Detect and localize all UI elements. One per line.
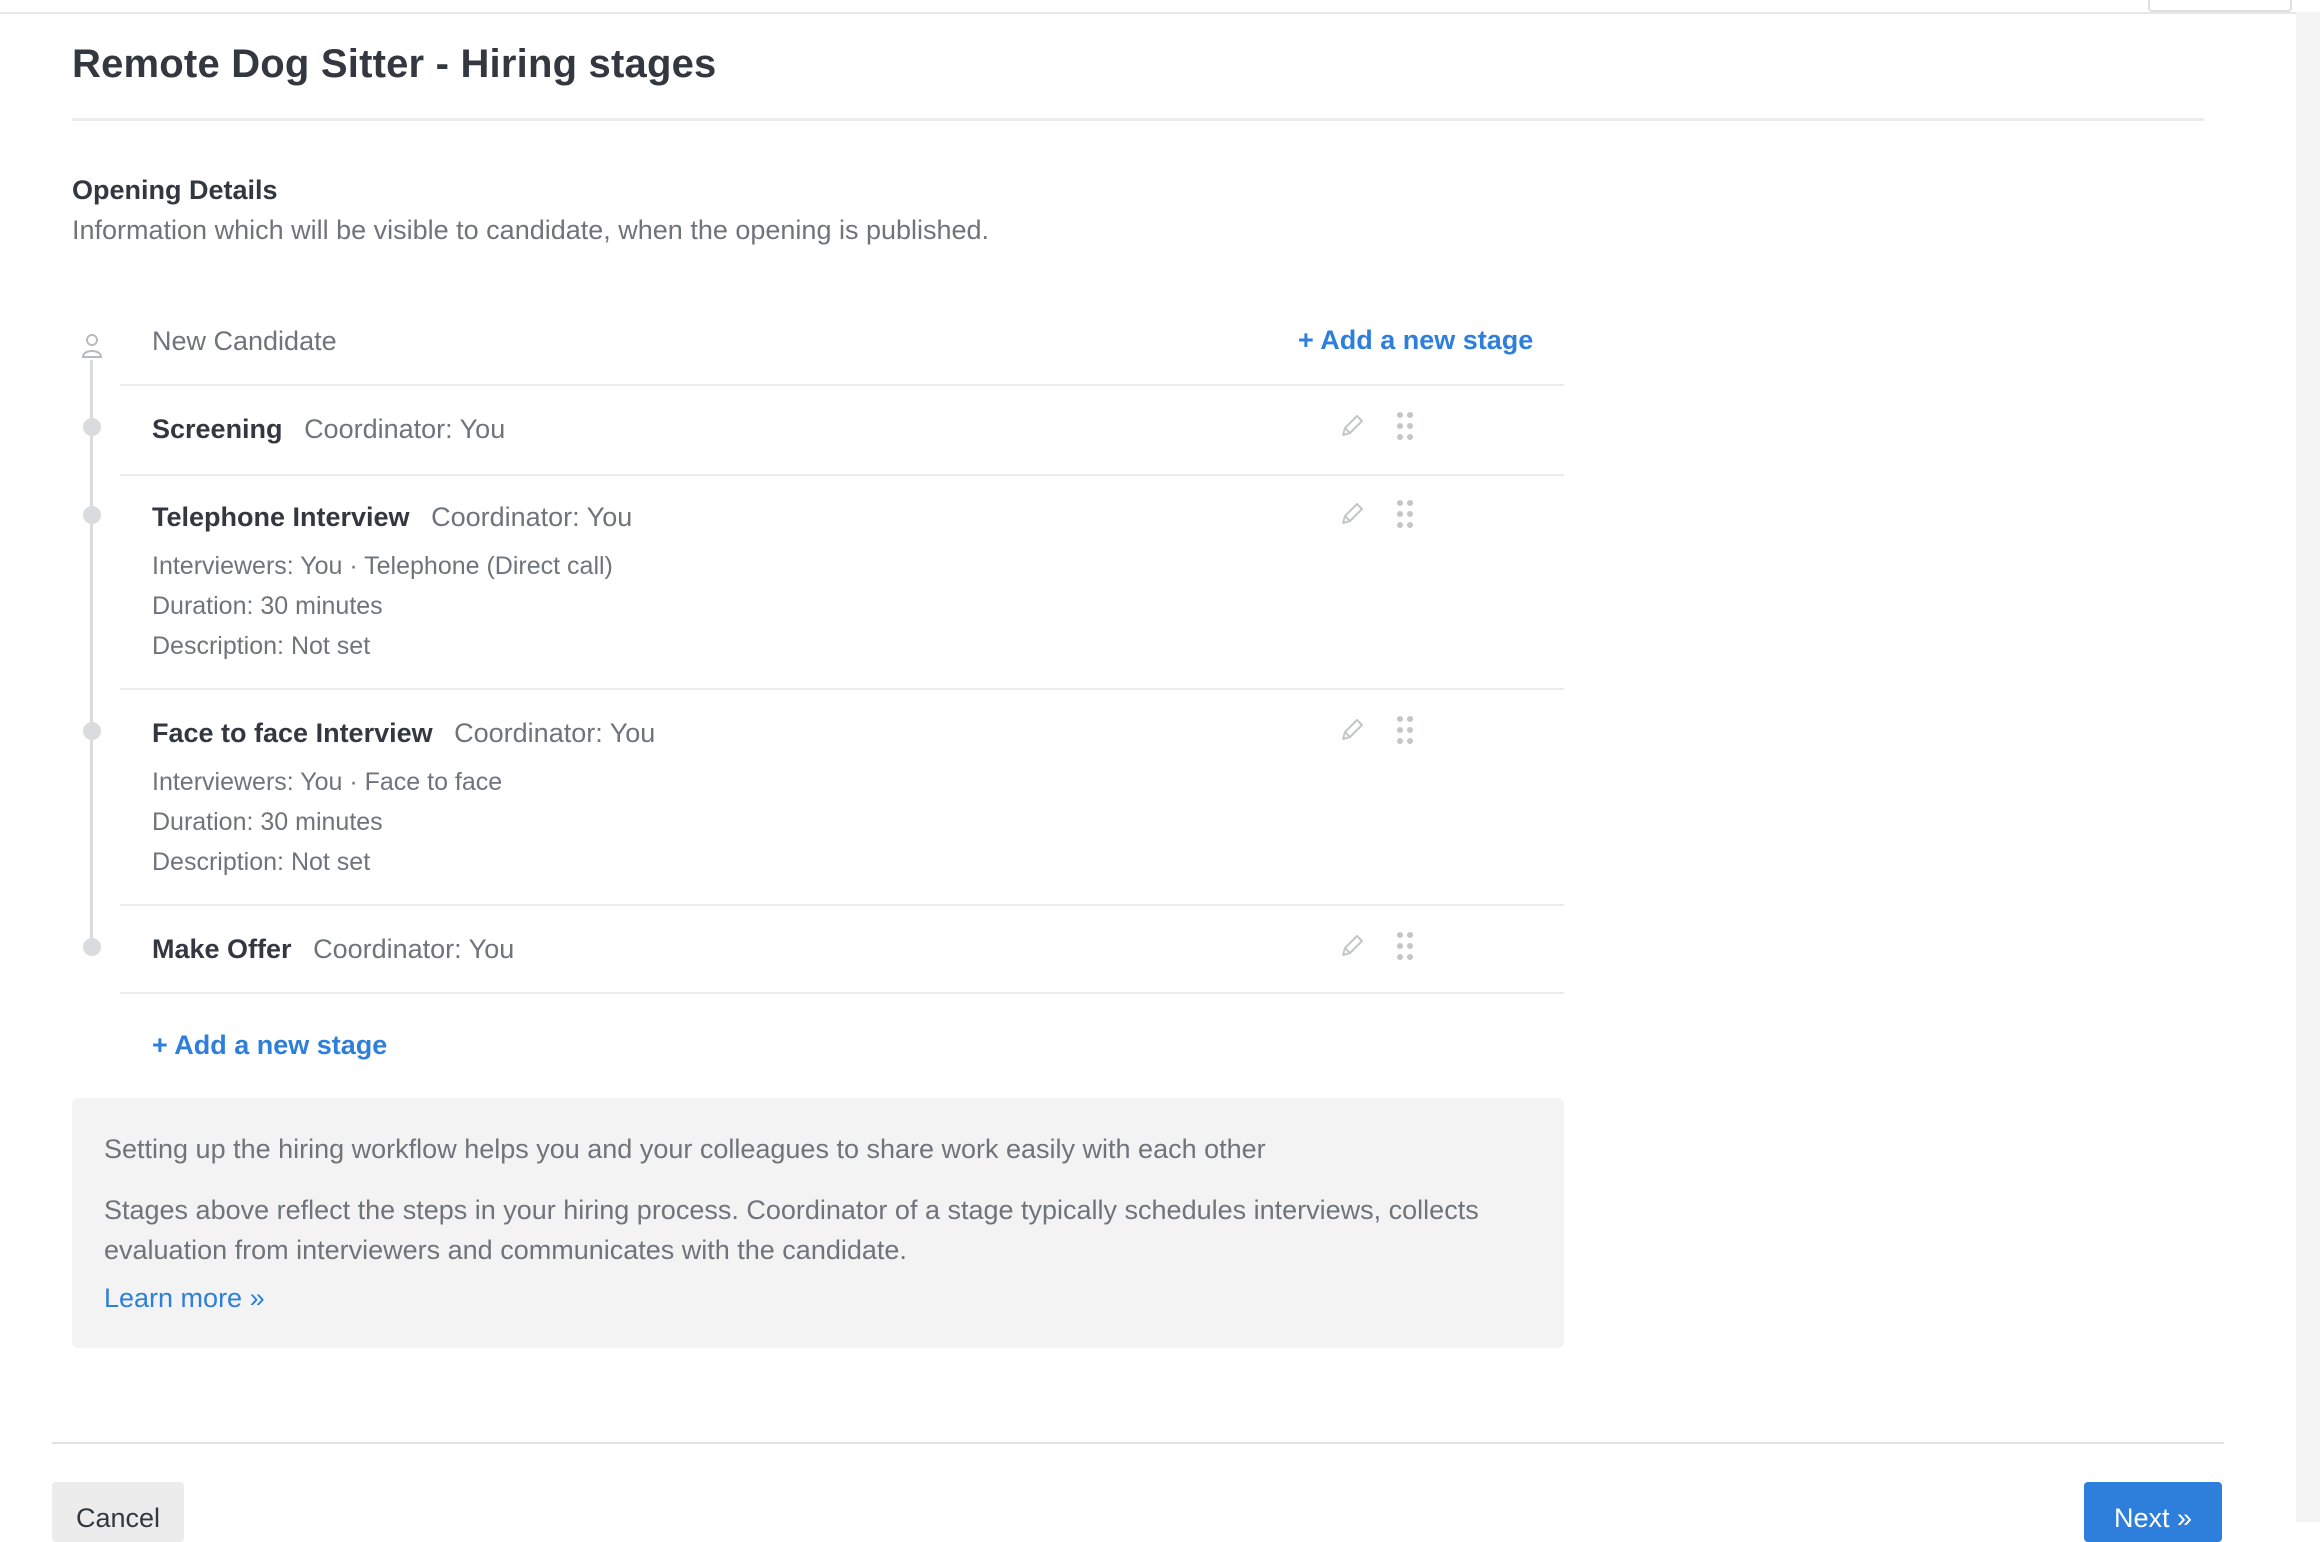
title-divider xyxy=(72,118,2204,121)
stage-duration: Duration: 30 minutes xyxy=(152,808,383,836)
drag-handle-icon[interactable] xyxy=(1396,499,1414,529)
scrollbar-track[interactable] xyxy=(2296,12,2320,1522)
pencil-icon[interactable] xyxy=(1338,932,1366,960)
stage-name: Telephone Interview xyxy=(152,502,410,532)
next-button[interactable]: Next » xyxy=(2084,1482,2222,1542)
timeline-dot xyxy=(83,722,101,740)
stage-title-line: Face to face Interview Coordinator: You xyxy=(152,718,655,749)
info-text-2: Stages above reflect the steps in your h… xyxy=(104,1195,1479,1265)
footer-divider xyxy=(52,1442,2224,1444)
stage-name: Face to face Interview xyxy=(152,718,433,748)
pencil-icon[interactable] xyxy=(1338,412,1366,440)
drag-handle-icon[interactable] xyxy=(1396,715,1414,745)
stage-description: Description: Not set xyxy=(152,848,371,876)
opening-details-heading: Opening Details xyxy=(72,175,278,205)
stage-duration: Duration: 30 minutes xyxy=(152,592,383,620)
timeline-dot xyxy=(83,506,101,524)
stage-new-candidate: New Candidate xyxy=(152,326,337,356)
top-right-control[interactable] xyxy=(2148,0,2292,12)
stage-name: Screening xyxy=(152,414,283,444)
drag-handle-icon[interactable] xyxy=(1396,411,1414,441)
stage-title-line: Telephone Interview Coordinator: You xyxy=(152,502,632,533)
stage-title-line: Screening Coordinator: You xyxy=(152,414,505,445)
top-divider xyxy=(0,12,2300,14)
timeline-line xyxy=(90,360,93,950)
info-text-1: Setting up the hiring workflow helps you… xyxy=(104,1134,1266,1164)
pencil-icon[interactable] xyxy=(1338,716,1366,744)
page-title: Remote Dog Sitter - Hiring stages xyxy=(72,42,717,86)
add-stage-link-top[interactable]: + Add a new stage xyxy=(1298,325,1533,356)
drag-handle-icon[interactable] xyxy=(1396,931,1414,961)
info-panel: Setting up the hiring workflow helps you… xyxy=(72,1098,1564,1348)
stage-coordinator: Coordinator: You xyxy=(304,414,506,444)
learn-more-link[interactable]: Learn more » xyxy=(104,1283,265,1314)
stage-coordinator: Coordinator: You xyxy=(454,718,656,748)
add-stage-link-bottom[interactable]: + Add a new stage xyxy=(152,1030,387,1061)
stage-coordinator: Coordinator: You xyxy=(431,502,633,532)
stage-coordinator: Coordinator: You xyxy=(313,934,515,964)
opening-details-subtitle: Information which will be visible to can… xyxy=(72,215,990,245)
timeline-dot xyxy=(83,938,101,956)
stage-interviewers: Interviewers: You · Telephone (Direct ca… xyxy=(152,552,613,580)
stage-title-line: Make Offer Coordinator: You xyxy=(152,934,514,965)
stage-description: Description: Not set xyxy=(152,632,371,660)
pencil-icon[interactable] xyxy=(1338,500,1366,528)
stage-interviewers: Interviewers: You · Face to face xyxy=(152,768,503,796)
person-icon xyxy=(81,334,103,358)
cancel-button[interactable]: Cancel xyxy=(52,1482,184,1542)
timeline-dot xyxy=(83,418,101,436)
stage-name: Make Offer xyxy=(152,934,292,964)
